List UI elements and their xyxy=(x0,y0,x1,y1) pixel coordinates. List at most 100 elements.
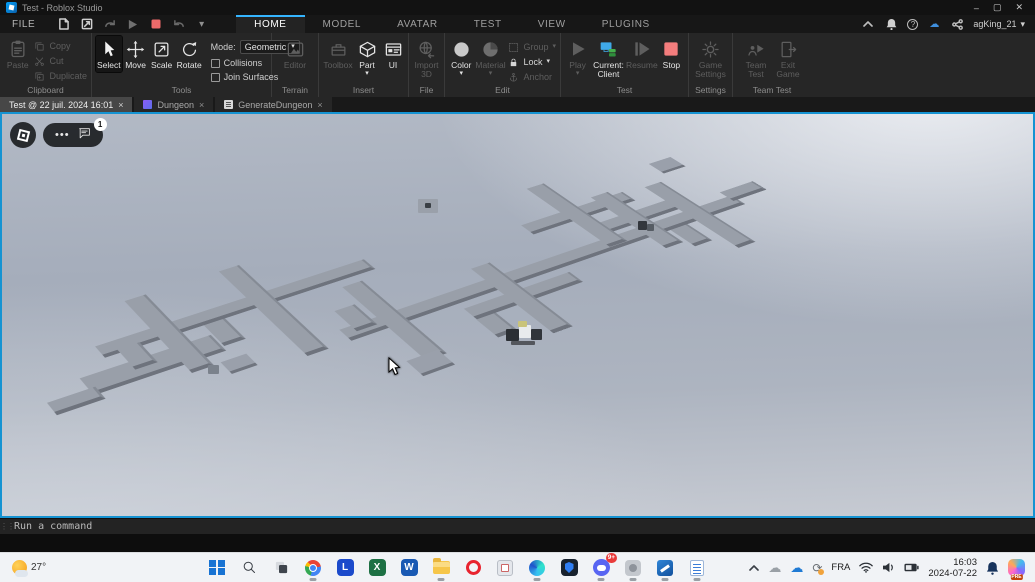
select-tool-button[interactable]: Select xyxy=(96,36,122,72)
color-button[interactable]: Color ▾ xyxy=(449,36,473,79)
notification-bell-icon[interactable] xyxy=(986,561,999,575)
tab-avatar[interactable]: AVATAR xyxy=(379,15,456,33)
ui-button[interactable]: UI xyxy=(381,36,405,72)
redo-icon[interactable] xyxy=(103,18,116,31)
edge-icon[interactable] xyxy=(525,556,549,580)
material-caret-icon[interactable]: ▾ xyxy=(489,71,493,77)
doc-tab-close-icon[interactable]: × xyxy=(118,100,123,110)
import-3d-button[interactable]: Import 3D xyxy=(413,36,440,81)
notifications-bell-icon[interactable] xyxy=(884,17,898,31)
wifi-icon[interactable] xyxy=(859,562,873,573)
onedrive-cloud-icon[interactable]: ☁ xyxy=(768,560,781,576)
battery-icon[interactable] xyxy=(904,563,919,572)
rotate-tool-button[interactable]: Rotate xyxy=(176,36,203,72)
command-bar-grip-icon[interactable]: ⋮⋮ xyxy=(0,522,14,531)
collisions-checkbox[interactable] xyxy=(211,59,220,68)
duplicate-button[interactable]: Duplicate xyxy=(33,70,87,82)
cloud-sync-icon[interactable]: ☁ xyxy=(927,17,941,31)
close-button[interactable]: ✕ xyxy=(1015,2,1023,13)
collapse-ribbon-icon[interactable] xyxy=(861,17,875,31)
camera-app-icon[interactable] xyxy=(621,556,645,580)
anchor-button[interactable]: Anchor xyxy=(507,71,556,83)
start-button[interactable] xyxy=(205,556,229,580)
file-menu[interactable]: FILE xyxy=(0,15,47,33)
join-surfaces-checkbox[interactable] xyxy=(211,73,220,82)
copilot-icon[interactable]: PRE xyxy=(1008,559,1025,576)
chrome-icon[interactable] xyxy=(301,556,325,580)
part-caret-icon[interactable]: ▾ xyxy=(365,71,369,77)
tab-test[interactable]: TEST xyxy=(456,15,520,33)
doc-tab-close-icon[interactable]: × xyxy=(317,100,322,110)
play-icon[interactable] xyxy=(126,18,139,31)
command-bar[interactable]: ⋮⋮ Run a command xyxy=(0,518,1035,534)
lock-caret-icon[interactable]: ▾ xyxy=(546,59,550,65)
part-button[interactable]: Part ▾ xyxy=(355,36,379,79)
hud-pill[interactable]: ••• 1 xyxy=(43,123,103,147)
security-shield-app-icon[interactable] xyxy=(557,556,581,580)
hud-more-icon[interactable]: ••• xyxy=(55,130,70,140)
excel-icon[interactable]: X xyxy=(365,556,389,580)
discord-icon[interactable]: 9+ xyxy=(589,556,613,580)
search-button[interactable] xyxy=(237,556,261,580)
opera-icon[interactable] xyxy=(461,556,485,580)
file-explorer-icon[interactable] xyxy=(429,556,453,580)
terrain-editor-button[interactable]: Editor xyxy=(280,36,310,72)
chat-icon[interactable] xyxy=(78,126,91,144)
snip-tool-icon[interactable] xyxy=(493,556,517,580)
share-icon[interactable] xyxy=(950,17,964,31)
group-button[interactable]: Group ▾ xyxy=(507,41,556,53)
lock-button[interactable]: Lock ▾ xyxy=(507,56,556,68)
cut-button[interactable]: Cut xyxy=(33,55,87,67)
toolbox-button[interactable]: Toolbox xyxy=(323,36,353,72)
roblox-studio-taskbar-icon[interactable] xyxy=(653,556,677,580)
group-caret-icon[interactable]: ▾ xyxy=(552,44,556,50)
material-button[interactable]: Material ▾ xyxy=(475,36,505,79)
roblox-menu-button[interactable] xyxy=(10,122,36,148)
scale-tool-button[interactable]: Scale xyxy=(150,36,174,72)
doc-tab-test-session[interactable]: Test @ 22 juil. 2024 16:01 × xyxy=(0,97,132,112)
cloud-blue-icon[interactable]: ☁ xyxy=(790,560,803,576)
help-icon[interactable]: ? xyxy=(907,19,918,30)
tab-view[interactable]: VIEW xyxy=(520,15,584,33)
task-view-button[interactable] xyxy=(269,556,293,580)
doc-tab-generatedungeon[interactable]: GenerateDungeon × xyxy=(215,97,331,112)
team-test-button[interactable]: Team Test xyxy=(741,36,771,81)
doc-tab-dungeon[interactable]: Dungeon × xyxy=(134,97,213,112)
account-menu[interactable]: agKing_21 ▾ xyxy=(973,19,1025,30)
move-tool-button[interactable]: Move xyxy=(124,36,148,72)
resume-button[interactable]: Resume xyxy=(627,36,657,72)
sync-update-icon[interactable]: ⟳ xyxy=(812,561,822,575)
command-input[interactable]: Run a command xyxy=(14,521,92,532)
tray-expand-chevron-icon[interactable] xyxy=(749,565,759,571)
exit-game-button[interactable]: Exit Game xyxy=(773,36,803,81)
language-indicator[interactable]: FRA xyxy=(831,562,850,573)
tab-home[interactable]: HOME xyxy=(236,15,304,33)
current-client-button[interactable]: Current: Client xyxy=(592,36,625,81)
word-icon[interactable]: W xyxy=(397,556,421,580)
publish-icon[interactable] xyxy=(80,18,93,31)
undo-icon[interactable] xyxy=(172,18,185,31)
game-settings-button[interactable]: Game Settings xyxy=(693,36,728,81)
maximize-button[interactable]: ▢ xyxy=(993,2,1002,13)
color-caret-icon[interactable]: ▾ xyxy=(459,71,463,77)
weather-widget[interactable]: 27° xyxy=(0,560,205,575)
notepad-icon[interactable] xyxy=(685,556,709,580)
clock[interactable]: 16:03 2024-07-22 xyxy=(928,557,977,579)
stop-button[interactable]: Stop xyxy=(659,36,684,72)
tab-model[interactable]: MODEL xyxy=(305,15,380,33)
paste-button[interactable]: Paste xyxy=(4,36,31,72)
save-icon[interactable] xyxy=(57,18,70,31)
stop-icon[interactable] xyxy=(149,18,162,31)
l-app-icon[interactable]: L xyxy=(333,556,357,580)
dungeon-corridor xyxy=(47,387,106,416)
3d-viewport[interactable]: ••• 1 xyxy=(0,112,1035,518)
quick-access-dropdown-icon[interactable]: ▾ xyxy=(195,18,208,31)
resume-label: Resume xyxy=(626,61,658,70)
copy-button[interactable]: Copy xyxy=(33,40,87,52)
play-caret-icon[interactable]: ▾ xyxy=(576,71,580,77)
minimize-button[interactable]: – xyxy=(974,3,979,13)
tab-plugins[interactable]: PLUGINS xyxy=(584,15,668,33)
volume-icon[interactable] xyxy=(882,562,895,573)
play-button[interactable]: Play ▾ xyxy=(565,36,590,79)
doc-tab-close-icon[interactable]: × xyxy=(199,100,204,110)
